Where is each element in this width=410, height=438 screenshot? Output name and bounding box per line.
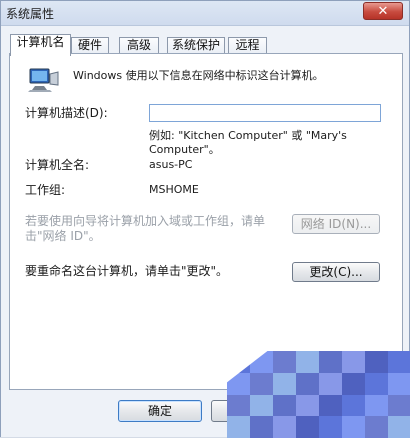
mosaic-cell (342, 351, 365, 373)
full-computer-name-label: 计算机全名: (25, 158, 90, 172)
ok-button[interactable]: 确定 (118, 400, 202, 422)
mosaic-cell (296, 372, 319, 395)
window-title: 系统属性 (6, 7, 55, 21)
network-identification-intro: Windows 使用以下信息在网络中标识这台计算机。 (73, 69, 324, 82)
mosaic-cell (227, 394, 250, 417)
computer-name-panel: Windows 使用以下信息在网络中标识这台计算机。 计算机描述(D): 例如:… (9, 53, 403, 390)
mosaic-cell (296, 351, 319, 373)
mosaic-cell (319, 416, 342, 438)
mosaic-cell (273, 351, 296, 373)
workgroup-label: 工作组: (25, 183, 66, 197)
computer-icon (28, 68, 59, 92)
mosaic-cell (250, 416, 273, 438)
pixelated-overlay (227, 351, 410, 438)
workgroup-value: MSHOME (149, 183, 199, 196)
mosaic-cell (342, 416, 365, 438)
mosaic-cell (273, 394, 296, 417)
mosaic-cell (319, 372, 342, 395)
example-line-1: 例如: "Kitchen Computer" 或 "Mary's (149, 129, 347, 142)
tab-advanced[interactable]: 高级 (119, 37, 159, 54)
mosaic-cell (273, 416, 296, 438)
network-id-description: 若要使用向导将计算机加入域或工作组，请单 击"网络 ID"。 (25, 214, 270, 244)
system-properties-window: 系统属性 ✕ 计算机名 硬件 高级 系统保护 远程 Windows 使用以下信息… (0, 0, 410, 438)
computer-description-input[interactable] (149, 104, 381, 122)
title-bar: 系统属性 ✕ (1, 1, 409, 26)
tab-system-protection[interactable]: 系统保护 (167, 37, 225, 54)
mosaic-cell (365, 351, 388, 373)
mosaic-cell (296, 416, 319, 438)
mosaic-cell (227, 416, 250, 438)
mosaic-cell (388, 372, 410, 395)
mosaic-cell (388, 416, 410, 438)
mosaic-cell (273, 372, 296, 395)
mosaic-cell (296, 394, 319, 417)
mosaic-cell (319, 351, 342, 373)
network-id-description-line-2: 击"网络 ID"。 (25, 229, 101, 243)
computer-description-label: 计算机描述(D): (25, 106, 108, 120)
full-computer-name-value: asus-PC (149, 158, 193, 171)
mosaic-cell (319, 394, 342, 417)
mosaic-cell (250, 394, 273, 417)
rename-instruction: 要重命名这台计算机，请单击"更改"。 (25, 264, 229, 278)
example-line-2: Computer"。 (149, 143, 220, 156)
mosaic-cell (365, 394, 388, 417)
mosaic-cell (388, 351, 410, 373)
close-icon: ✕ (377, 4, 389, 19)
network-id-description-line-1: 若要使用向导将计算机加入域或工作组，请单 (25, 214, 266, 228)
mosaic-cell (388, 394, 410, 417)
mosaic-cell (342, 372, 365, 395)
tab-computer-name[interactable]: 计算机名 (10, 34, 71, 56)
close-button[interactable]: ✕ (363, 2, 403, 20)
mosaic-cell (342, 394, 365, 417)
mosaic-cell (365, 416, 388, 438)
mosaic-cell (250, 372, 273, 395)
computer-description-example: 例如: "Kitchen Computer" 或 "Mary's Compute… (149, 129, 379, 157)
network-id-button[interactable]: 网络 ID(N)... (292, 214, 380, 234)
change-button[interactable]: 更改(C)... (292, 262, 380, 282)
tab-hardware[interactable]: 硬件 (71, 37, 109, 54)
mosaic-cell (365, 372, 388, 395)
tab-remote[interactable]: 远程 (228, 37, 267, 54)
tab-strip: 计算机名 硬件 高级 系统保护 远程 (9, 31, 399, 56)
